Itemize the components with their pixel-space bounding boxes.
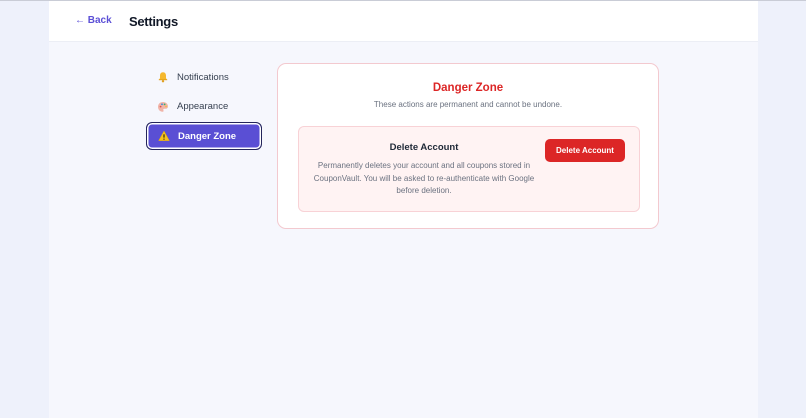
sidebar-item-label: Danger Zone xyxy=(178,130,237,142)
delete-account-heading: Delete Account xyxy=(389,142,459,153)
settings-sidebar: Notifications Appearance Danger Zone xyxy=(146,63,262,152)
bell-icon xyxy=(157,71,169,83)
sidebar-item-appearance[interactable]: Appearance xyxy=(146,93,262,121)
danger-zone-title: Danger Zone xyxy=(432,82,504,94)
page-title: Settings xyxy=(129,14,178,29)
delete-account-button[interactable]: Delete Account xyxy=(545,139,625,162)
delete-account-description: Permanently deletes your account and all… xyxy=(313,161,535,195)
danger-zone-card: Danger Zone These actions are permanent … xyxy=(277,63,659,229)
palette-icon xyxy=(157,101,169,113)
delete-account-section: Delete Account Permanently deletes your … xyxy=(298,126,640,212)
warning-icon xyxy=(158,130,170,142)
settings-app: ← Back Settings Notifications Appearance… xyxy=(49,1,758,418)
danger-zone-subtitle: These actions are permanent and cannot b… xyxy=(373,100,563,109)
sidebar-item-notifications[interactable]: Notifications xyxy=(146,63,262,91)
back-link[interactable]: ← Back xyxy=(75,15,112,26)
sidebar-item-label: Notifications xyxy=(177,71,229,83)
sidebar-item-label: Appearance xyxy=(177,101,229,112)
sidebar-item-danger-zone[interactable]: Danger Zone xyxy=(146,122,262,150)
header-bar: ← Back Settings xyxy=(49,1,758,42)
